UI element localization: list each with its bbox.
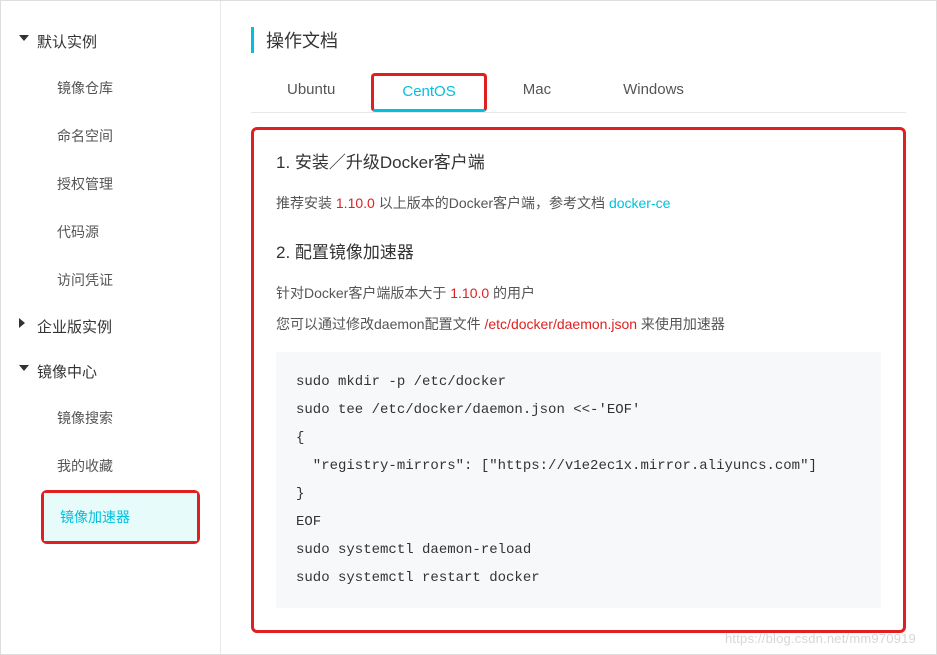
text: 以上版本的Docker客户端，参考文档 bbox=[375, 195, 609, 211]
nav-header-label: 默认实例 bbox=[37, 34, 97, 51]
docker-ce-link[interactable]: docker-ce bbox=[609, 195, 670, 211]
tab-mac[interactable]: Mac bbox=[487, 71, 587, 112]
sidebar-item-auth[interactable]: 授权管理 bbox=[1, 160, 220, 208]
nav-group-mirror-center: 镜像中心 镜像搜索 我的收藏 镜像加速器 bbox=[1, 349, 220, 544]
text: 来使用加速器 bbox=[637, 316, 725, 332]
nav-header-label: 企业版实例 bbox=[37, 319, 112, 336]
text: 的用户 bbox=[489, 285, 535, 301]
main-content: 操作文档 Ubuntu CentOS Mac Windows 1. 安装／升级D… bbox=[221, 1, 936, 654]
install-text: 推荐安装 1.10.0 以上版本的Docker客户端，参考文档 docker-c… bbox=[276, 191, 881, 216]
os-tabs: Ubuntu CentOS Mac Windows bbox=[251, 71, 906, 113]
tab-windows[interactable]: Windows bbox=[587, 71, 720, 112]
version-text: 1.10.0 bbox=[450, 285, 489, 301]
sidebar-item-mirror-search[interactable]: 镜像搜索 bbox=[1, 394, 220, 442]
nav-header-label: 镜像中心 bbox=[37, 364, 97, 381]
highlight-annotation: 镜像加速器 bbox=[41, 490, 200, 544]
section2-heading: 2. 配置镜像加速器 bbox=[276, 238, 881, 263]
sidebar-item-code-source[interactable]: 代码源 bbox=[1, 208, 220, 256]
content-highlight-box: 1. 安装／升级Docker客户端 推荐安装 1.10.0 以上版本的Docke… bbox=[251, 127, 906, 633]
nav-header-mirror-center[interactable]: 镜像中心 bbox=[1, 349, 220, 394]
nav-group-default: 默认实例 镜像仓库 命名空间 授权管理 代码源 访问凭证 bbox=[1, 19, 220, 304]
page-title: 操作文档 bbox=[251, 27, 906, 53]
sidebar-item-credentials[interactable]: 访问凭证 bbox=[1, 256, 220, 304]
tab-centos[interactable]: CentOS bbox=[371, 73, 486, 112]
chevron-down-icon bbox=[19, 35, 29, 41]
chevron-down-icon bbox=[19, 365, 29, 371]
nav-header-enterprise[interactable]: 企业版实例 bbox=[1, 304, 220, 349]
config-text-2: 您可以通过修改daemon配置文件 /etc/docker/daemon.jso… bbox=[276, 312, 881, 337]
chevron-right-icon bbox=[19, 318, 25, 328]
sidebar-item-image-repo[interactable]: 镜像仓库 bbox=[1, 64, 220, 112]
watermark: https://blog.csdn.net/mm970919 bbox=[725, 631, 916, 646]
code-block[interactable]: sudo mkdir -p /etc/docker sudo tee /etc/… bbox=[276, 352, 881, 608]
text: 针对Docker客户端版本大于 bbox=[276, 285, 450, 301]
text: 您可以通过修改daemon配置文件 bbox=[276, 316, 484, 332]
sidebar-item-namespace[interactable]: 命名空间 bbox=[1, 112, 220, 160]
nav-group-enterprise: 企业版实例 bbox=[1, 304, 220, 349]
sidebar-item-mirror-accelerator[interactable]: 镜像加速器 bbox=[44, 493, 197, 541]
sidebar: 默认实例 镜像仓库 命名空间 授权管理 代码源 访问凭证 企业版实例 镜像中心 bbox=[1, 1, 221, 654]
tab-ubuntu[interactable]: Ubuntu bbox=[251, 71, 371, 112]
path-text: /etc/docker/daemon.json bbox=[484, 316, 637, 332]
sidebar-item-my-favorites[interactable]: 我的收藏 bbox=[1, 442, 220, 490]
section1-heading: 1. 安装／升级Docker客户端 bbox=[276, 148, 881, 173]
config-text-1: 针对Docker客户端版本大于 1.10.0 的用户 bbox=[276, 281, 881, 306]
version-text: 1.10.0 bbox=[336, 195, 375, 211]
nav-header-default[interactable]: 默认实例 bbox=[1, 19, 220, 64]
text: 推荐安装 bbox=[276, 195, 336, 211]
